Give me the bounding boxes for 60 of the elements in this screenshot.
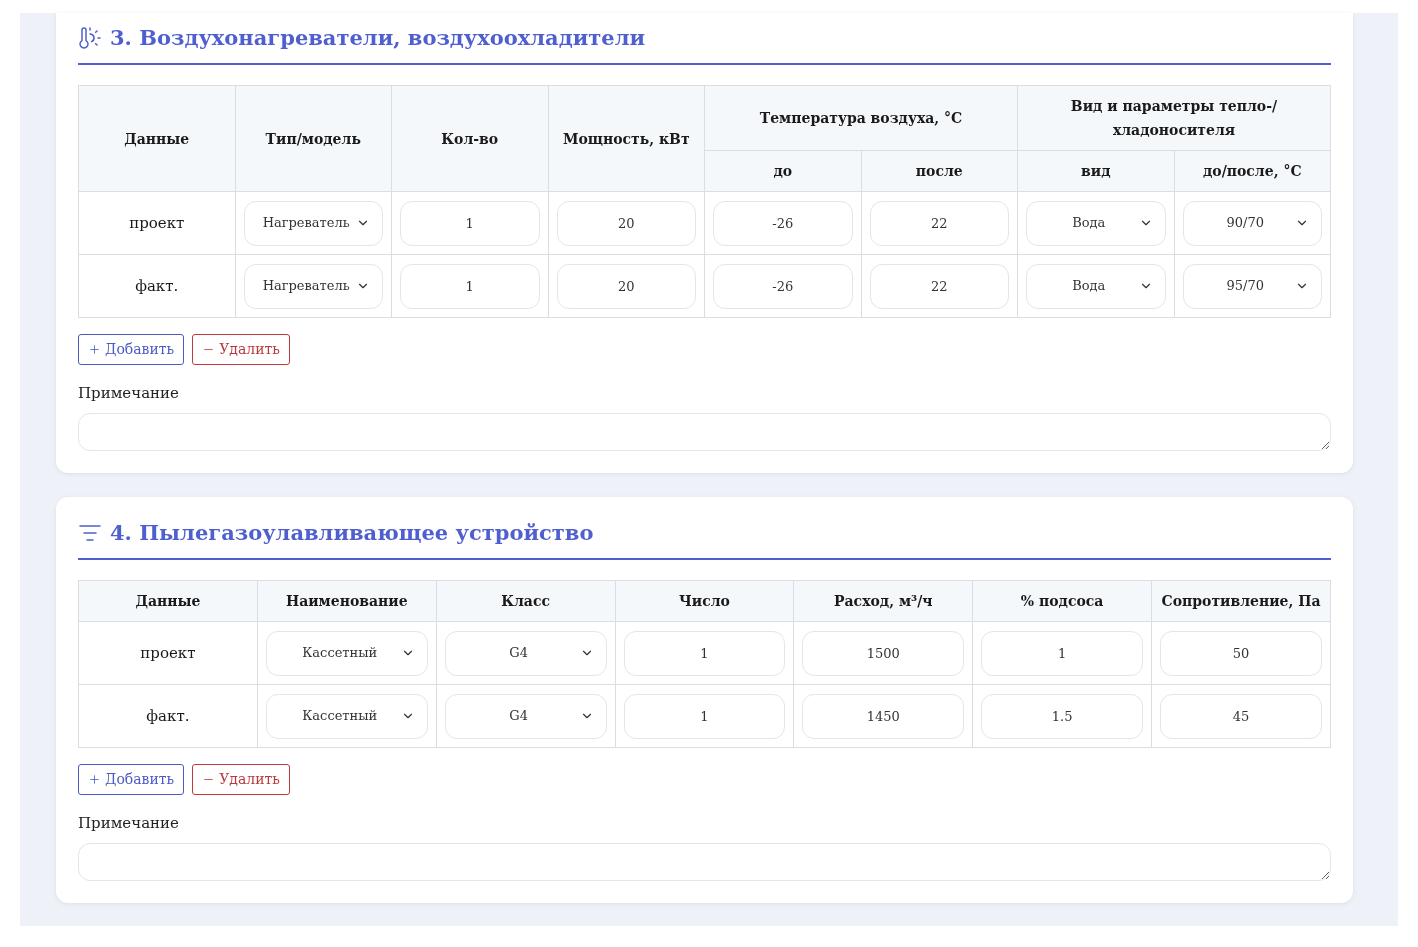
- select-field[interactable]: G4: [444, 630, 607, 676]
- column-header: Класс: [436, 580, 616, 622]
- add-button[interactable]: Добавить: [78, 764, 185, 795]
- table-cell: факт.: [78, 254, 235, 318]
- table-cell: проект: [78, 621, 258, 685]
- field-label: Примечание: [78, 383, 180, 403]
- column-header: Расход, м³/ч: [793, 580, 973, 622]
- input-field[interactable]: 50: [1160, 630, 1322, 676]
- column-header: вид: [1017, 150, 1174, 192]
- remove-button[interactable]: Удалить: [192, 764, 290, 795]
- column-header: % подсоса: [972, 580, 1152, 622]
- remove-button[interactable]: Удалить: [192, 334, 290, 365]
- input-field[interactable]: 20: [556, 263, 696, 309]
- input-field[interactable]: 20: [556, 200, 696, 246]
- column-header: Число: [615, 580, 794, 622]
- table-cell: проект: [78, 191, 235, 255]
- select-field[interactable]: G4: [444, 693, 607, 739]
- column-header: до: [704, 150, 861, 192]
- select-field[interactable]: Нагреватель: [243, 263, 383, 309]
- input-field[interactable]: 45: [1160, 693, 1322, 739]
- input-field[interactable]: 1: [623, 630, 786, 676]
- select-field[interactable]: 90/70: [1182, 200, 1322, 246]
- plus-icon: [88, 343, 101, 356]
- input-field[interactable]: 1: [400, 263, 540, 309]
- input-field[interactable]: 1: [623, 693, 786, 739]
- column-header: Кол-во: [391, 85, 548, 192]
- select-field[interactable]: Кассетный: [265, 630, 428, 676]
- column-header: Сопротивление, Па: [1151, 580, 1331, 622]
- table-cell: факт.: [78, 684, 258, 748]
- column-header: Наименование: [257, 580, 437, 622]
- select-field[interactable]: Вода: [1026, 200, 1166, 246]
- input-field[interactable]: 1.5: [981, 693, 1144, 739]
- select-field[interactable]: Нагреватель: [243, 200, 383, 246]
- input-field[interactable]: -26: [713, 200, 853, 246]
- input-field[interactable]: 1450: [802, 693, 965, 739]
- column-header: Данные: [78, 85, 235, 192]
- column-header: Температура воздуха, °C: [704, 85, 1018, 151]
- input-field[interactable]: -26: [713, 263, 853, 309]
- input-field[interactable]: 1: [981, 630, 1144, 676]
- add-button[interactable]: Добавить: [78, 334, 185, 365]
- input-field[interactable]: 1: [400, 200, 540, 246]
- column-header: Тип/модель: [235, 85, 392, 192]
- field-label: Примечание: [78, 813, 180, 833]
- column-header: Данные: [78, 580, 258, 622]
- section-title: 3. Воздухонагреватели, воздухоохладители: [110, 24, 646, 52]
- column-header: Вид и параметры тепло-/хладоносителя: [1017, 85, 1331, 151]
- input-field[interactable]: 22: [869, 263, 1009, 309]
- note-field[interactable]: [78, 413, 1331, 451]
- select-field[interactable]: 95/70: [1182, 263, 1322, 309]
- plus-icon: [88, 773, 101, 786]
- column-header: после: [861, 150, 1018, 192]
- column-header: до/после, °C: [1174, 150, 1331, 192]
- select-field[interactable]: Вода: [1026, 263, 1166, 309]
- section-title: 4. Пылегазоулавливающее устройство: [110, 519, 594, 547]
- input-field[interactable]: 22: [869, 200, 1009, 246]
- input-field[interactable]: 1500: [802, 630, 965, 676]
- column-header: Мощность, кВт: [548, 85, 705, 192]
- note-field[interactable]: [78, 843, 1331, 881]
- select-field[interactable]: Кассетный: [265, 693, 428, 739]
- thermometer-sun-icon: [78, 26, 102, 50]
